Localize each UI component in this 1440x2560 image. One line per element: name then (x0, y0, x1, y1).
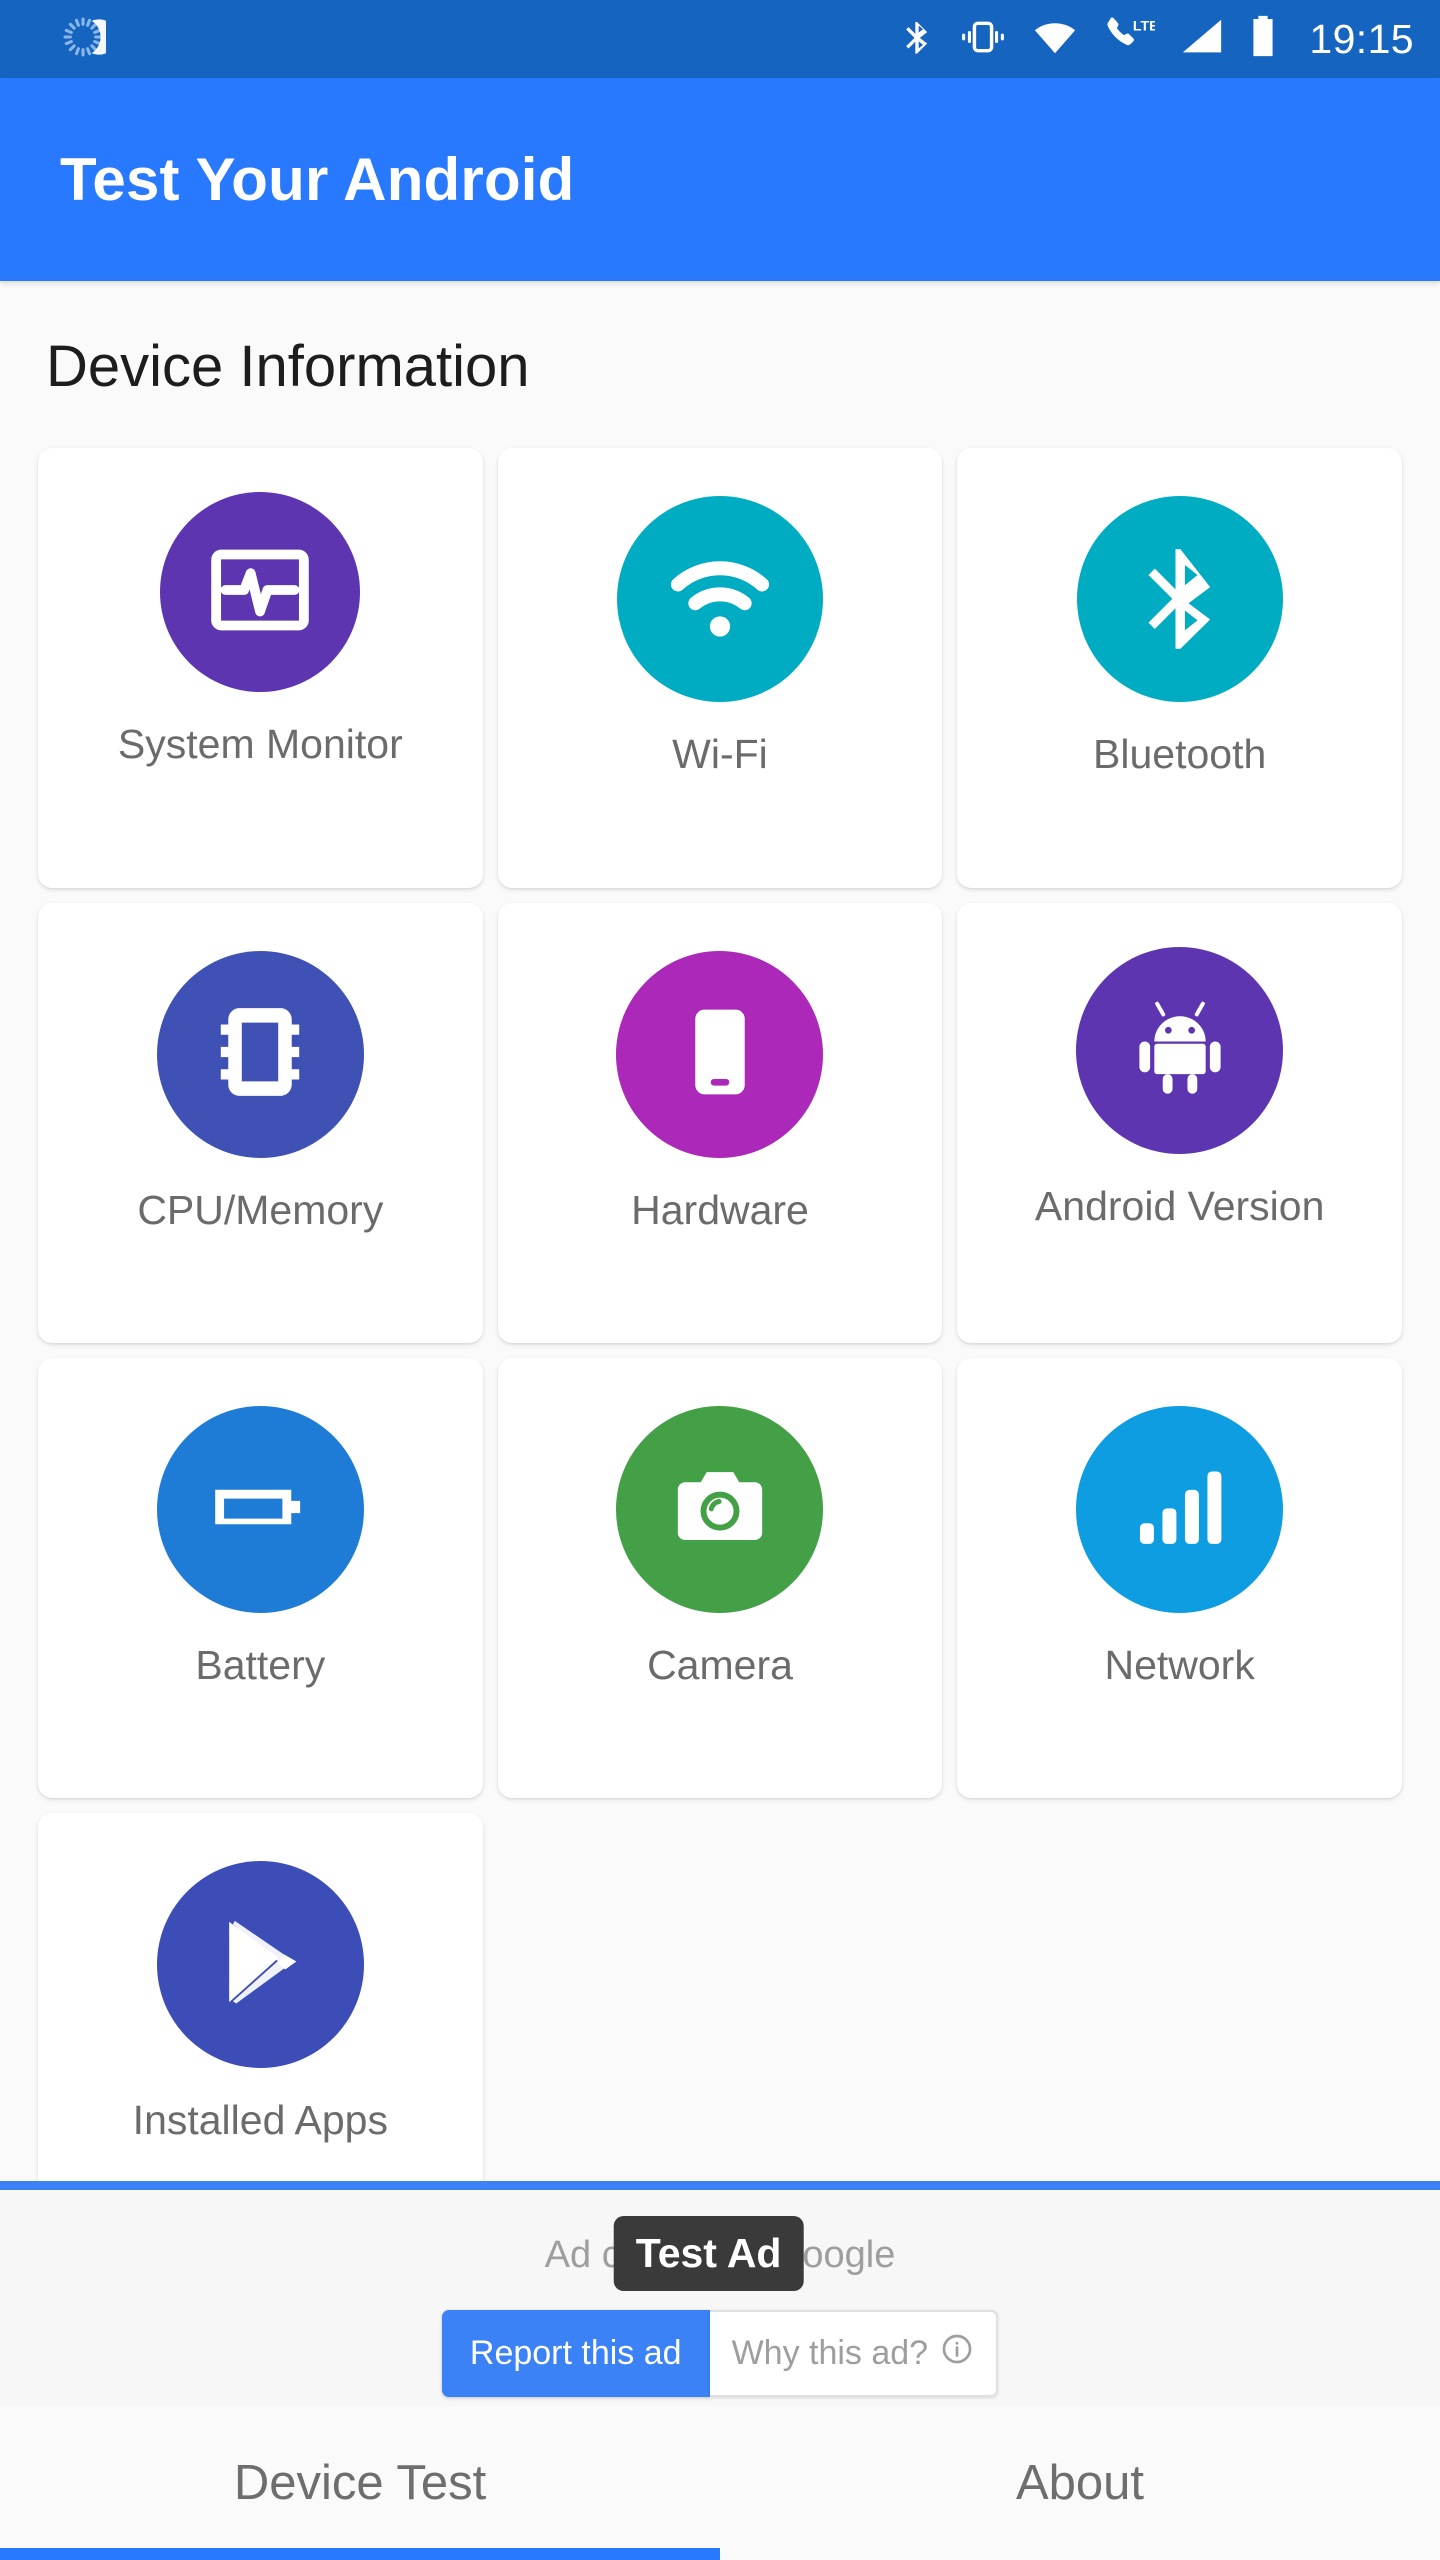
card-system-monitor[interactable]: System Monitor (38, 448, 483, 888)
android-robot-icon-circle (1076, 947, 1284, 1154)
card-label: Wi-Fi (672, 731, 768, 777)
tab-device-test[interactable]: Device Test (0, 2406, 720, 2560)
loading-spinner-notification-icon (60, 14, 117, 65)
why-this-ad-label: Why this ad? (731, 2334, 929, 2372)
status-bar: LTE 19:15 (0, 0, 1440, 78)
status-bar-system-icons: LTE 19:15 (897, 14, 1414, 65)
svg-text:LTE: LTE (1133, 18, 1155, 34)
card-label: Network (1104, 1642, 1255, 1688)
bluetooth-icon (897, 14, 937, 65)
battery-horizontal-icon (204, 1451, 316, 1568)
ad-closed-row: Ad closed by Google Test Ad (545, 2216, 895, 2291)
camera-icon-circle (616, 1406, 824, 1613)
status-bar-notifications (60, 14, 897, 65)
report-this-ad-button[interactable]: Report this ad (441, 2310, 710, 2397)
content-area: Device Information System Monitor Wi-Fi … (0, 281, 1440, 2181)
ad-banner: Ad closed by Google Test Ad Report this … (0, 2181, 1440, 2406)
tab-about[interactable]: About (720, 2406, 1440, 2560)
bluetooth-icon (1126, 543, 1234, 656)
battery-full-icon (1249, 14, 1277, 65)
card-camera[interactable]: Camera (497, 1358, 943, 1798)
card-label: CPU/Memory (137, 1187, 384, 1233)
memory-chip-icon (204, 996, 316, 1113)
test-ad-badge: Test Ad (613, 2216, 804, 2291)
device-info-grid: System Monitor Wi-Fi Bluetooth CPU/Memor… (38, 448, 1402, 2181)
card-installed-apps[interactable]: Installed Apps (38, 1813, 483, 2181)
card-label: Hardware (631, 1187, 809, 1233)
tab-label: Device Test (233, 2456, 487, 2510)
card-android-version[interactable]: Android Version (957, 903, 1402, 1343)
memory-chip-icon-circle (156, 951, 364, 1158)
tab-label: About (1015, 2456, 1145, 2510)
ad-buttons: Report this ad Why this ad? (441, 2310, 999, 2397)
card-label: Android Version (1034, 1183, 1325, 1229)
app-bar: Test Your Android (0, 78, 1440, 281)
bottom-tab-bar: Device Test About (0, 2406, 1440, 2560)
tab-active-indicator (0, 2548, 720, 2560)
card-hardware[interactable]: Hardware (497, 903, 943, 1343)
card-label: Installed Apps (132, 2097, 388, 2143)
section-title: Device Information (46, 334, 530, 399)
card-battery[interactable]: Battery (38, 1358, 483, 1798)
battery-horizontal-icon-circle (156, 1406, 364, 1613)
bluetooth-icon-circle (1076, 496, 1283, 702)
card-label: Battery (195, 1642, 326, 1688)
play-store-icon-circle (156, 1861, 364, 2068)
lte-call-icon: LTE (1103, 14, 1159, 65)
android-robot-icon (1124, 992, 1236, 1109)
card-label: System Monitor (117, 721, 403, 767)
card-label: Camera (647, 1642, 793, 1688)
card-bluetooth[interactable]: Bluetooth (957, 448, 1402, 888)
why-this-ad-button[interactable]: Why this ad? (709, 2310, 999, 2397)
vibrate-icon (959, 14, 1007, 65)
signal-bars-icon-circle (1076, 1406, 1284, 1613)
wifi-icon (662, 539, 778, 660)
play-store-icon (204, 1906, 316, 2023)
smartphone-icon (667, 999, 773, 1110)
signal-bars-icon (1126, 1453, 1234, 1566)
smartphone-icon-circle (616, 951, 824, 1158)
cell-signal-icon (1177, 14, 1227, 65)
card-cpu-memory[interactable]: CPU/Memory (38, 903, 483, 1343)
camera-icon (665, 1452, 775, 1567)
card-label: Bluetooth (1093, 731, 1267, 777)
wifi-icon-circle (616, 496, 823, 702)
system-monitor-icon (204, 534, 316, 651)
android-screen: LTE 19:15 Test Your Android Device Infor… (0, 0, 1440, 2560)
wifi-icon (1029, 14, 1081, 65)
card-wifi[interactable]: Wi-Fi (497, 448, 943, 888)
status-bar-clock: 19:15 (1309, 15, 1414, 62)
app-title: Test Your Android (60, 146, 575, 213)
system-monitor-icon-circle (160, 492, 361, 692)
info-circle-icon (940, 2332, 974, 2375)
card-network[interactable]: Network (957, 1358, 1402, 1798)
